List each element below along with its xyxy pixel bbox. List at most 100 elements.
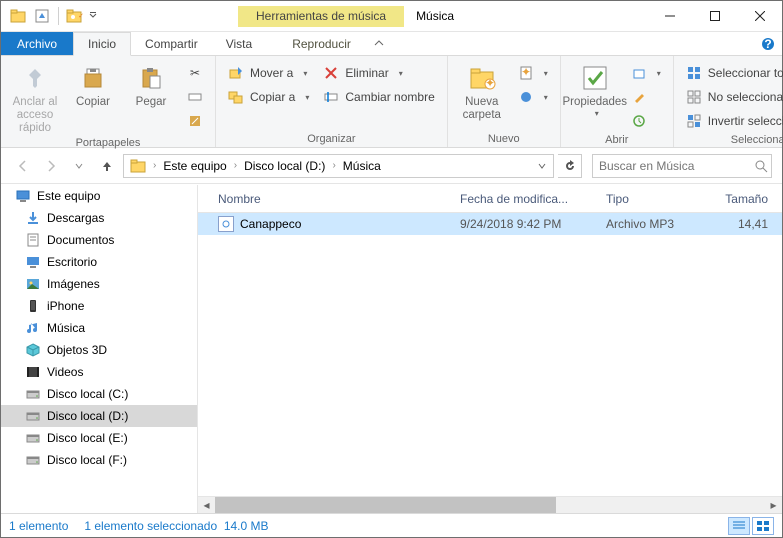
sidebar-root[interactable]: Este equipo [1, 185, 197, 207]
tab-archivo[interactable]: Archivo [1, 32, 73, 55]
sidebar-item-disco-local-c-[interactable]: Disco local (C:) [1, 383, 197, 405]
sidebar-item-descargas[interactable]: Descargas [1, 207, 197, 229]
icons-view-button[interactable] [752, 517, 774, 535]
chevron-right-icon[interactable]: › [150, 160, 159, 171]
table-row[interactable]: Canappeco9/24/2018 9:42 PMArchivo MP314,… [198, 213, 782, 235]
close-button[interactable] [737, 2, 782, 31]
sidebar-item-disco-local-f-[interactable]: Disco local (F:) [1, 449, 197, 471]
rename-button[interactable]: Cambiar nombre [319, 86, 438, 108]
file-list[interactable]: Canappeco9/24/2018 9:42 PMArchivo MP314,… [198, 213, 782, 496]
horizontal-scrollbar[interactable]: ◂ ▸ [198, 496, 782, 513]
pin-button[interactable]: Anclar al acceso rápido [9, 60, 61, 135]
tab-compartir[interactable]: Compartir [131, 32, 212, 55]
sidebar-item-objetos-3d[interactable]: Objetos 3D [1, 339, 197, 361]
up-button[interactable] [95, 154, 119, 178]
sidebar-item-iphone[interactable]: iPhone [1, 295, 197, 317]
group-label: Portapapeles [9, 135, 207, 149]
move-to-button[interactable]: Mover a▾ [224, 62, 313, 84]
svg-text:✦: ✦ [521, 66, 531, 79]
minimize-button[interactable] [647, 2, 692, 31]
edit-icon [631, 89, 647, 105]
properties-label: Propiedades [562, 94, 627, 109]
sidebar-item-m-sica[interactable]: Música [1, 317, 197, 339]
breadcrumb[interactable]: › Este equipo › Disco local (D:) › Músic… [123, 154, 554, 178]
properties-button[interactable]: Propiedades ▾ [569, 60, 621, 118]
sidebar-item-documentos[interactable]: Documentos [1, 229, 197, 251]
sidebar[interactable]: Este equipo DescargasDocumentosEscritori… [1, 185, 198, 513]
chevron-right-icon[interactable]: › [231, 160, 240, 171]
paste-button[interactable]: Pegar [125, 60, 177, 109]
new-folder-button[interactable]: ✦ Nueva carpeta [456, 60, 508, 122]
paste-shortcut-button[interactable] [183, 110, 207, 132]
tab-reproducir[interactable]: Reproducir [278, 32, 365, 55]
forward-button[interactable] [39, 154, 63, 178]
recent-dropdown[interactable] [67, 154, 91, 178]
select-all-button[interactable]: Seleccionar todo [682, 62, 783, 84]
folder-icon [126, 155, 150, 177]
cell-size: 14,41 [706, 217, 782, 231]
qat-dropdown[interactable] [88, 5, 98, 27]
content-pane: Nombre Fecha de modifica... Tipo Tamaño … [198, 185, 782, 513]
invert-selection-button[interactable]: Invertir selección [682, 110, 783, 132]
new-folder-label: Nueva carpeta [456, 94, 508, 122]
scroll-track[interactable] [215, 497, 765, 514]
properties-qat-button[interactable] [31, 5, 53, 27]
maximize-button[interactable] [692, 2, 737, 31]
sidebar-item-disco-local-d-[interactable]: Disco local (D:) [1, 405, 197, 427]
scroll-right-button[interactable]: ▸ [765, 497, 782, 514]
copy-button[interactable]: Copiar [67, 60, 119, 109]
sidebar-item-escritorio[interactable]: Escritorio [1, 251, 197, 273]
document-icon [25, 232, 41, 248]
sidebar-item-label: Disco local (D:) [47, 409, 128, 423]
select-none-label: No seleccionar ninguno [708, 90, 783, 104]
refresh-button[interactable] [558, 154, 582, 178]
select-none-button[interactable]: No seleccionar ninguno [682, 86, 783, 108]
copy-to-button[interactable]: Copiar a▾ [224, 86, 313, 108]
chevron-right-icon[interactable]: › [329, 160, 338, 171]
col-name[interactable]: Nombre [210, 192, 452, 206]
disk-icon [25, 408, 41, 424]
search-box[interactable] [592, 154, 772, 178]
crumb-este-equipo[interactable]: Este equipo [159, 155, 230, 177]
col-type[interactable]: Tipo [598, 192, 706, 206]
search-input[interactable] [599, 159, 754, 173]
svg-text:✦: ✦ [485, 76, 495, 90]
sidebar-item-label: Disco local (F:) [47, 453, 127, 467]
tab-vista[interactable]: Vista [212, 32, 266, 55]
edit-button[interactable] [627, 86, 665, 108]
scroll-left-button[interactable]: ◂ [198, 497, 215, 514]
crumb-disco-d[interactable]: Disco local (D:) [240, 155, 329, 177]
sidebar-item-disco-local-e-[interactable]: Disco local (E:) [1, 427, 197, 449]
open-button[interactable]: ▾ [627, 62, 665, 84]
back-button[interactable] [11, 154, 35, 178]
column-headers[interactable]: Nombre Fecha de modifica... Tipo Tamaño [198, 185, 782, 213]
details-view-button[interactable] [728, 517, 750, 535]
image-icon [25, 276, 41, 292]
col-size[interactable]: Tamaño [706, 192, 782, 206]
easy-access-button[interactable]: ▾ [514, 86, 552, 108]
delete-button[interactable]: Eliminar▾ [319, 62, 438, 84]
invert-label: Invertir selección [708, 114, 783, 128]
new-item-icon: ✦ [518, 65, 534, 81]
cut-button[interactable]: ✂ [183, 62, 207, 84]
tab-inicio[interactable]: Inicio [73, 32, 131, 56]
scroll-thumb[interactable] [215, 497, 556, 514]
help-button[interactable]: ? [754, 32, 782, 55]
sidebar-item-label: Imágenes [47, 277, 100, 291]
ribbon-collapse-button[interactable] [365, 32, 393, 55]
sidebar-item-videos[interactable]: Videos [1, 361, 197, 383]
col-date[interactable]: Fecha de modifica... [452, 192, 598, 206]
sidebar-item-label: Videos [47, 365, 83, 379]
status-selection: 1 elemento seleccionado 14.0 MB [84, 519, 268, 533]
disk-icon [25, 452, 41, 468]
new-item-button[interactable]: ✦▾ [514, 62, 552, 84]
new-folder-qat-button[interactable]: ✓ [64, 5, 86, 27]
sidebar-item-im-genes[interactable]: Imágenes [1, 273, 197, 295]
breadcrumb-dropdown[interactable] [531, 161, 553, 171]
copy-to-label: Copiar a [250, 90, 295, 104]
crumb-musica[interactable]: Música [339, 155, 385, 177]
copy-path-button[interactable] [183, 86, 207, 108]
history-button[interactable] [627, 110, 665, 132]
context-tab-label: Herramientas de música [238, 6, 404, 27]
sidebar-item-label: iPhone [47, 299, 84, 313]
